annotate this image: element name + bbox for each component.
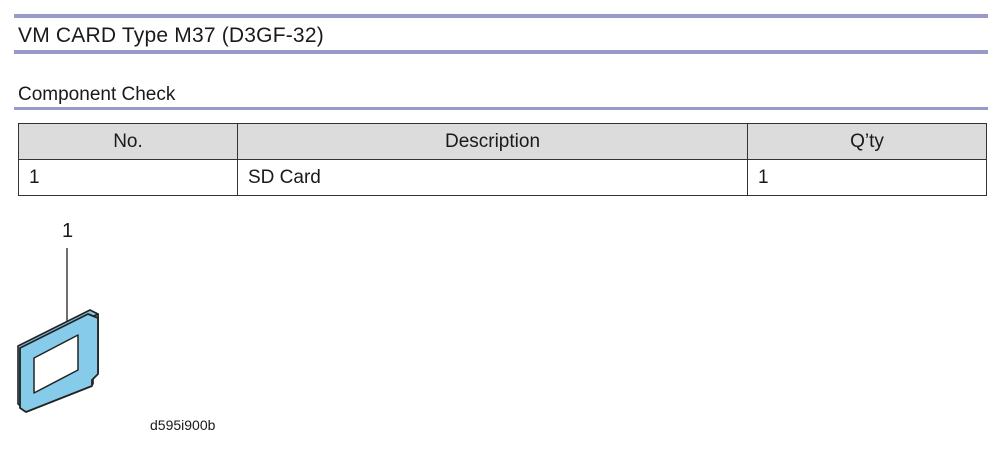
page-title: VM CARD Type M37 (D3GF-32)	[18, 24, 324, 47]
table-header-row: No. Description Q’ty	[18, 123, 987, 160]
cell-qty: 1	[747, 159, 987, 196]
table-row: 1 SD Card 1	[18, 159, 987, 196]
column-header-qty: Q’ty	[747, 123, 987, 160]
section-divider	[14, 107, 988, 110]
component-table: No. Description Q’ty 1 SD Card 1	[18, 123, 987, 196]
section-heading: Component Check	[18, 84, 176, 105]
column-header-no: No.	[18, 123, 238, 160]
title-bar: VM CARD Type M37 (D3GF-32)	[14, 14, 988, 54]
sd-card-illustration	[17, 248, 99, 413]
cell-no: 1	[18, 159, 238, 196]
component-figure: 1 d595i900b	[10, 214, 270, 444]
cell-description: SD Card	[237, 159, 748, 196]
column-header-description: Description	[237, 123, 748, 160]
figure-id: d595i900b	[150, 417, 216, 433]
